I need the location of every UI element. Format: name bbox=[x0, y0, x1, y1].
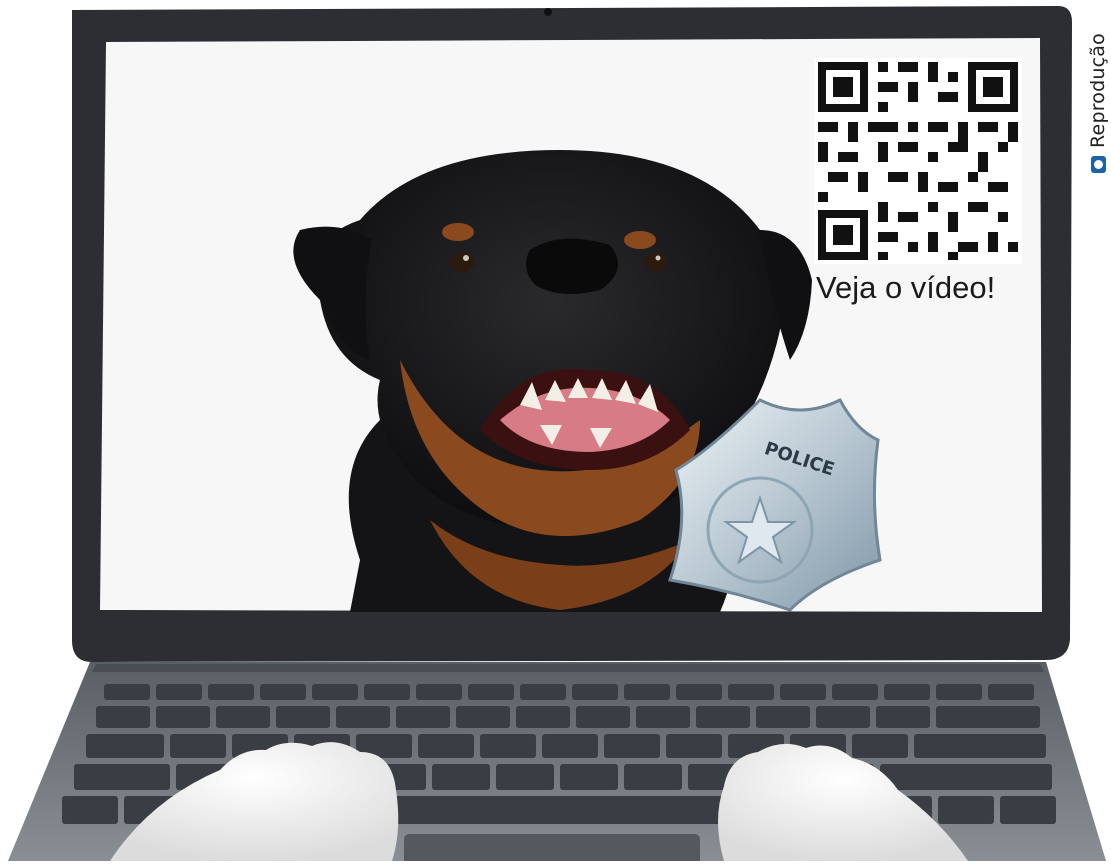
qr-code bbox=[814, 58, 1022, 264]
webcam-icon bbox=[544, 8, 552, 16]
photo-credit: Reprodução bbox=[1068, 8, 1109, 178]
laptop-illustration: POLICE bbox=[8, 6, 1106, 864]
qr-caption: Veja o vídeo! bbox=[816, 270, 996, 305]
touchpad bbox=[404, 834, 700, 864]
camera-icon bbox=[1090, 156, 1106, 173]
illustration: POLICE Veja o vídeo! Reprodução bbox=[0, 0, 1111, 864]
credit-label: Reprodução bbox=[1087, 33, 1109, 148]
